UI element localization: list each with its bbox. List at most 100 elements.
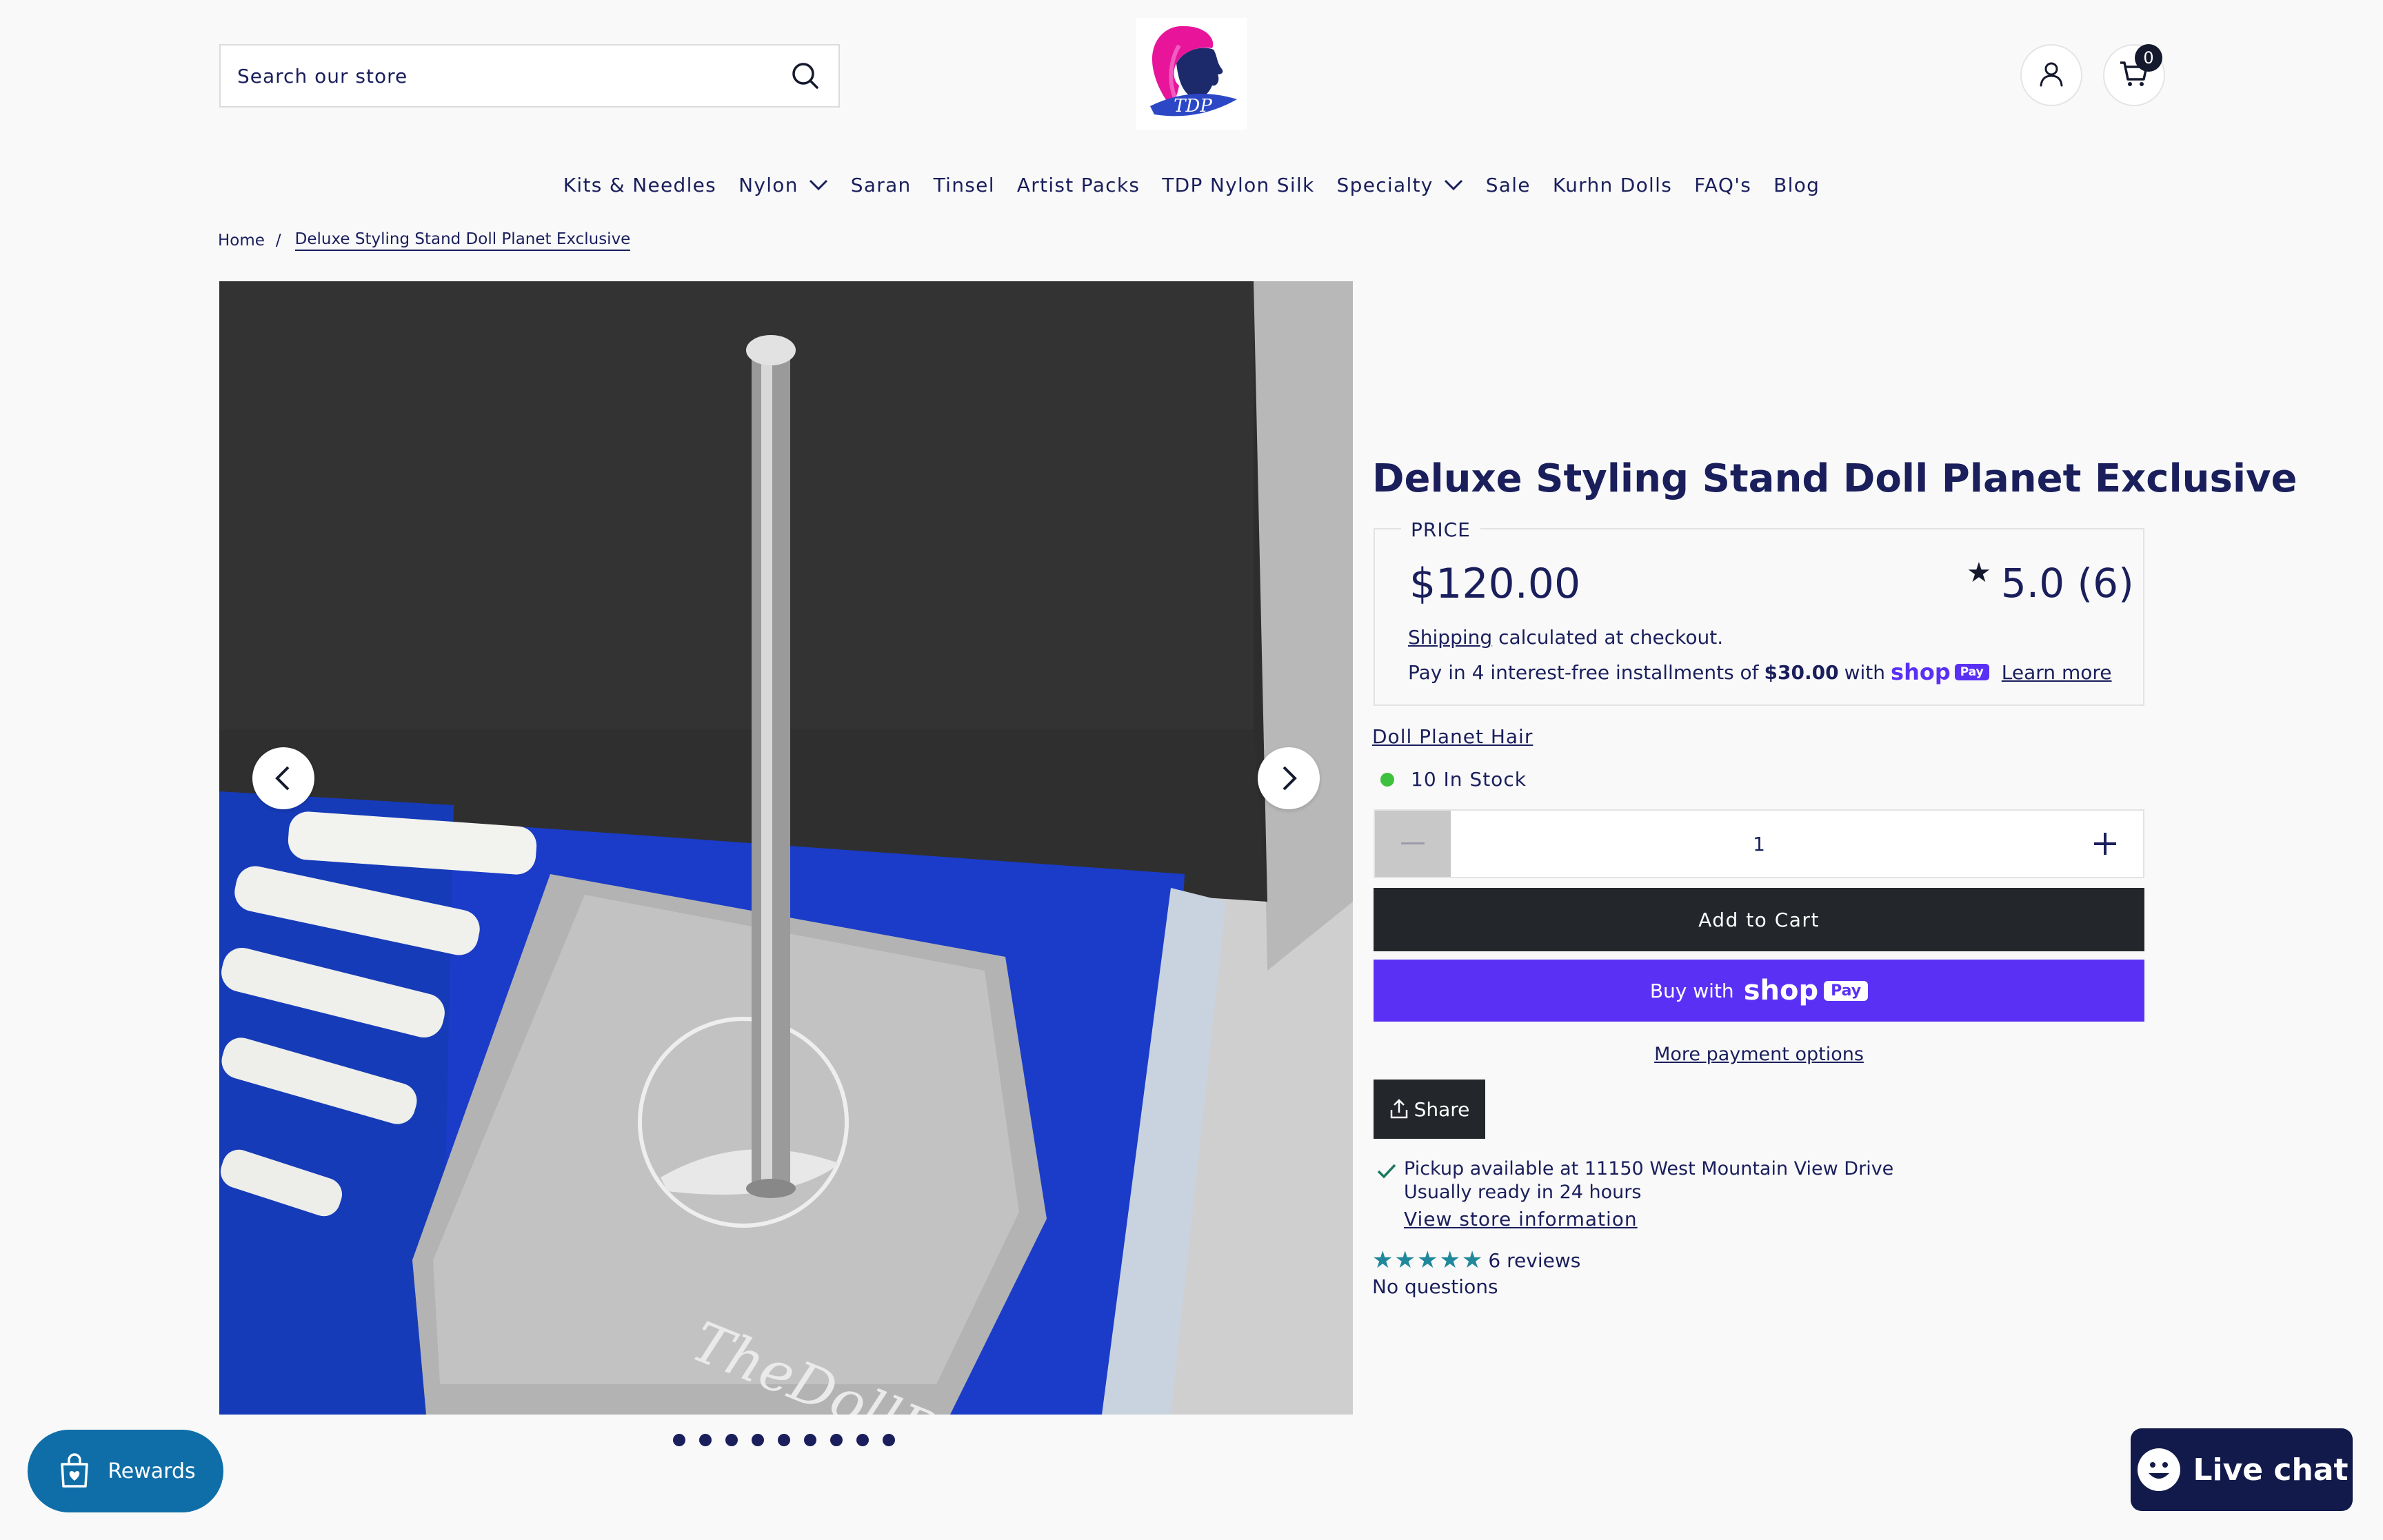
minus-icon [1401,842,1425,844]
live-chat-label: Live chat [2193,1452,2349,1488]
account-button[interactable] [2020,44,2082,106]
chevron-down-icon [1444,179,1462,191]
five-star-rating-icon: ★★★★★ [1372,1246,1485,1274]
product-price: $120.00 [1409,560,1581,608]
installments-with: with [1844,660,1886,684]
breadcrumb: Home / Deluxe Styling Stand Doll Planet … [218,230,631,251]
product-title: Deluxe Styling Stand Doll Planet Exclusi… [1372,456,2297,501]
gallery-dot[interactable] [883,1434,895,1446]
breadcrumb-home[interactable]: Home [218,232,265,250]
quantity-input[interactable] [1451,811,2067,877]
gallery-pagination [673,1434,895,1446]
nav-item-faqs[interactable]: FAQ's [1683,174,1762,196]
learn-more-link[interactable]: Learn more [2002,661,2112,684]
pickup-ready-time: Usually ready in 24 hours [1404,1182,1642,1203]
gallery-dot[interactable] [752,1434,764,1446]
shop-pay-badge: Pay [1954,664,1989,680]
shop-pay-installments: Pay in 4 interest-free installments of $… [1408,659,2111,685]
review-count: 6 reviews [1488,1248,1581,1272]
view-store-information-link[interactable]: View store information [1404,1208,1638,1230]
nav-item-label: Artist Packs [1016,173,1140,196]
add-to-cart-button[interactable]: Add to Cart [1374,888,2144,951]
vendor-link[interactable]: Doll Planet Hair [1372,725,1533,748]
previous-image-button[interactable] [252,747,314,809]
nav-item-tinsel[interactable]: Tinsel [923,174,1006,196]
logo-text: TDP [1174,96,1212,116]
more-payment-options-link[interactable]: More payment options [1374,1044,2144,1065]
shopping-bag-heart-icon [61,1453,89,1488]
share-icon [1390,1099,1407,1119]
nav-item-label: Kurhn Dolls [1552,173,1673,196]
questions-count[interactable]: No questions [1372,1275,1498,1298]
rating-value: 5.0 (6) [2000,560,2134,607]
stock-text: 10 In Stock [1411,768,1527,791]
quantity-stepper [1374,809,2144,878]
price-label: PRICE [1401,518,1480,541]
rewards-launcher[interactable]: Rewards [28,1430,223,1512]
product-image[interactable]: TheDollPlanet.com [219,281,1353,1415]
installments-amount: $30.00 [1764,660,1839,684]
plus-icon [2094,833,2116,855]
installments-text: Pay in 4 interest-free installments of [1408,660,1759,684]
user-icon [2038,60,2065,90]
review-summary[interactable]: ★★★★★ 6 reviews [1372,1246,1580,1274]
check-icon [1376,1162,1397,1183]
nav-item-label: Kits & Needles [563,173,717,196]
pay-badge: Pay [1824,980,1869,1001]
nav-item-label: Specialty [1336,173,1434,196]
rewards-label: Rewards [108,1459,196,1483]
nav-item-label: Sale [1485,173,1531,196]
store-logo[interactable]: TDP [1136,18,1247,130]
stock-status: 10 In Stock [1380,768,1527,791]
buy-with-label: Buy with [1649,979,1734,1002]
nav-item-kurhn-dolls[interactable]: Kurhn Dolls [1542,174,1683,196]
nav-item-sale[interactable]: Sale [1475,174,1542,196]
pickup-availability: Pickup available at 11150 West Mountain … [1404,1158,1894,1179]
star-icon: ★ [1967,557,1991,589]
share-button[interactable]: Share [1374,1080,1485,1139]
gallery-dot[interactable] [778,1434,790,1446]
search-input[interactable] [237,64,789,88]
in-stock-indicator [1380,772,1394,787]
nav-item-tdp-nylon-silk[interactable]: TDP Nylon Silk [1151,174,1325,196]
chevron-right-icon [1283,766,1297,791]
shop-logo: shop [1743,975,1819,1006]
gallery-dot[interactable] [725,1434,738,1446]
decrease-quantity-button[interactable] [1375,811,1451,877]
nav-item-nylon[interactable]: Nylon [727,174,840,196]
search-icon[interactable] [789,59,822,92]
nav-item-label: Saran [850,173,912,196]
nav-item-label: Tinsel [933,173,995,196]
nav-item-kits-needles[interactable]: Kits & Needles [552,174,727,196]
cart-button[interactable]: 0 [2103,44,2165,106]
live-chat-button[interactable]: Live chat [2131,1428,2353,1511]
search-bar[interactable] [219,44,840,108]
next-image-button[interactable] [1258,747,1320,809]
increase-quantity-button[interactable] [2067,811,2143,877]
nav-item-label: TDP Nylon Silk [1162,173,1315,196]
nav-item-specialty[interactable]: Specialty [1326,174,1475,196]
shipping-note: Shipping calculated at checkout. [1408,626,1723,649]
shipping-link[interactable]: Shipping [1408,626,1492,649]
nav-item-label: Nylon [738,173,798,196]
gallery-dot[interactable] [804,1434,816,1446]
nav-item-blog[interactable]: Blog [1762,174,1831,196]
share-label: Share [1414,1097,1470,1121]
gallery-dot[interactable] [856,1434,869,1446]
main-nav: Kits & Needles Nylon Saran Tinsel Artist… [0,170,2383,200]
shop-pay-logo: shop [1891,659,1951,685]
nav-item-saran[interactable]: Saran [840,174,923,196]
chevron-down-icon [809,179,827,191]
shipping-text: calculated at checkout. [1498,626,1724,649]
gallery-dot[interactable] [830,1434,843,1446]
buy-with-shop-pay-button[interactable]: Buy with shop Pay [1374,960,2144,1022]
gallery-dot[interactable] [699,1434,712,1446]
nav-item-label: FAQ's [1694,173,1752,196]
product-rating[interactable]: ★ 5.0 (6) [1967,557,2134,607]
breadcrumb-current[interactable]: Deluxe Styling Stand Doll Planet Exclusi… [294,230,631,251]
chevron-left-icon [275,766,290,791]
gallery-dot[interactable] [673,1434,685,1446]
breadcrumb-separator: / [275,232,281,250]
nav-item-label: Blog [1773,173,1820,196]
nav-item-artist-packs[interactable]: Artist Packs [1006,174,1151,196]
